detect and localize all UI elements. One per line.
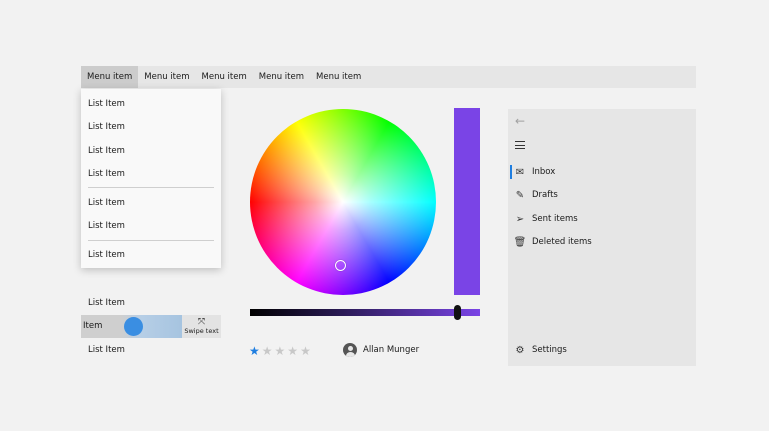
avatar (343, 343, 357, 357)
flyout-item[interactable]: List Item (88, 169, 125, 179)
nav-item-drafts[interactable]: ✎ Drafts (508, 185, 696, 205)
trash-icon: 🗑 (513, 236, 527, 248)
rating-control[interactable]: ★ ★ ★ ★ ★ (249, 344, 311, 358)
swipe-item-content[interactable]: Item (81, 315, 182, 338)
list-item[interactable]: List Item (88, 298, 125, 308)
nav-item-label: Drafts (532, 190, 558, 200)
menu-item-3[interactable]: Menu item (196, 66, 253, 88)
send-icon: ➢ (515, 213, 525, 225)
nav-item-settings[interactable]: ⚙ Settings (508, 340, 696, 360)
menu-item-5[interactable]: Menu item (310, 66, 367, 88)
swipe-item-label: Item (83, 321, 103, 331)
nav-item-label: Settings (532, 345, 567, 355)
nav-item-inbox[interactable]: ✉ Inbox (508, 162, 696, 182)
hamburger-icon[interactable] (515, 141, 525, 152)
mail-icon: ✉ (515, 166, 525, 178)
list-item[interactable]: List Item (88, 345, 125, 355)
flyout-item[interactable]: List Item (88, 198, 125, 208)
flyout-separator (88, 187, 214, 188)
menu-flyout: List Item List Item List Item List Item … (81, 89, 221, 268)
star-icon[interactable]: ★ (287, 344, 298, 358)
swipe-action-label: Swipe text (184, 327, 219, 335)
navigation-pane: ← ✉ Inbox ✎ Drafts ➢ Sent items 🗑 Delete… (508, 109, 696, 366)
swipe-action-button[interactable]: ⤧ Swipe text (182, 315, 221, 338)
menu-item-4[interactable]: Menu item (253, 66, 310, 88)
swipe-handle[interactable] (124, 317, 143, 336)
flyout-item[interactable]: List Item (88, 221, 125, 231)
star-icon[interactable]: ★ (249, 344, 260, 358)
gear-icon: ⚙ (515, 344, 525, 356)
expand-icon: ⤧ (197, 317, 206, 327)
star-icon[interactable]: ★ (262, 344, 273, 358)
nav-item-label: Sent items (532, 214, 578, 224)
color-value-slider-thumb[interactable] (454, 305, 461, 320)
color-value-slider[interactable] (250, 309, 480, 316)
color-selection-marker[interactable] (335, 260, 346, 271)
pencil-icon: ✎ (515, 189, 525, 201)
star-icon[interactable]: ★ (300, 344, 311, 358)
color-preview-swatch (454, 108, 480, 295)
nav-item-label: Inbox (532, 167, 556, 177)
back-arrow-icon[interactable]: ← (515, 114, 525, 128)
menu-item-2[interactable]: Menu item (138, 66, 195, 88)
nav-item-sent[interactable]: ➢ Sent items (508, 209, 696, 229)
swipe-list-item[interactable]: Item ⤧ Swipe text (81, 315, 221, 338)
flyout-item[interactable]: List Item (88, 250, 125, 260)
nav-item-deleted[interactable]: 🗑 Deleted items (508, 232, 696, 252)
flyout-item[interactable]: List Item (88, 146, 125, 156)
star-icon[interactable]: ★ (275, 344, 286, 358)
person-name: Allan Munger (363, 345, 420, 355)
nav-item-label: Deleted items (532, 237, 592, 247)
flyout-separator (88, 240, 214, 241)
flyout-item[interactable]: List Item (88, 122, 125, 132)
menu-item-1[interactable]: Menu item (81, 66, 139, 88)
flyout-item[interactable]: List Item (88, 99, 125, 109)
person-picture: Allan Munger (343, 343, 419, 357)
menu-bar: Menu item Menu item Menu item Menu item … (81, 66, 696, 88)
